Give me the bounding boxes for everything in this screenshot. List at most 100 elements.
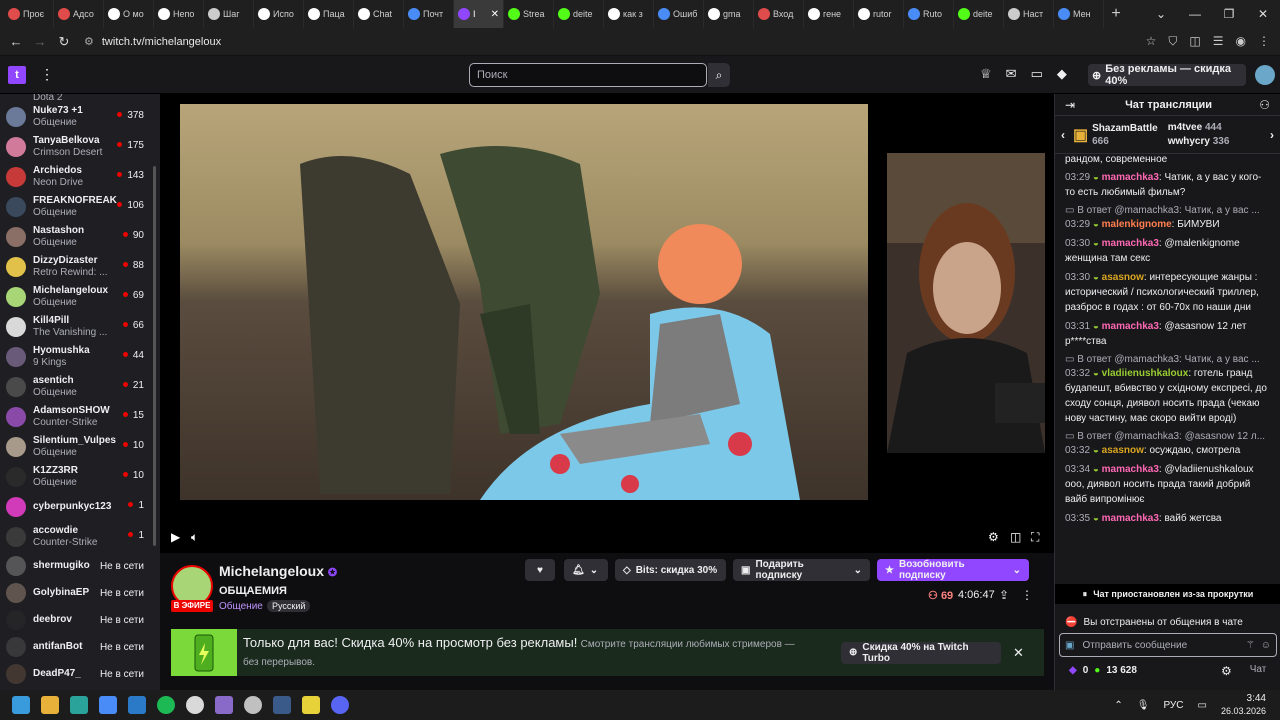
sidebar-offline-channel[interactable]: deebrov Не в сети (0, 606, 160, 633)
chat-message[interactable]: 03:30 ◒ asasnow: интересующие жанры : ис… (1055, 270, 1280, 315)
url-field[interactable]: ⚙ twitch.tv/michelangeloux (84, 30, 1144, 53)
chat-message[interactable]: ▭ В ответ @mamachka3: @asasnow 12 л... 03… (1055, 430, 1280, 458)
app-icon[interactable] (244, 696, 262, 714)
more-options-icon[interactable]: ⋮ (1021, 588, 1033, 602)
close-promo-icon[interactable]: ✕ (1013, 645, 1024, 661)
chat-username[interactable]: mamachka3 (1102, 238, 1159, 249)
chat-message[interactable]: ▭ В ответ @mamachka3: Чатик, а у вас ...… (1055, 353, 1280, 426)
magic-wand-icon[interactable]: ⚚ (1246, 640, 1255, 651)
chat-message[interactable]: 03:34 ◒ mamachka3: @vladiienushkaloux oo… (1055, 462, 1280, 507)
leaderboard-entry[interactable]: wwhycry 336 (1168, 135, 1230, 149)
sidebar-channel-item[interactable]: Michelangeloux Общение 69 (0, 282, 160, 312)
chat-username[interactable]: mamachka3 (1102, 513, 1159, 524)
chevron-left-icon[interactable]: ‹ (1061, 128, 1065, 142)
inbox-icon[interactable]: ✉ (1006, 66, 1017, 82)
app-icon[interactable] (215, 696, 233, 714)
browser-tab[interactable]: как з (604, 0, 654, 28)
stream-category[interactable]: Общение (219, 601, 263, 612)
browser-tab[interactable]: Адсо (54, 0, 104, 28)
sidebar-channel-item[interactable]: K1ZZ3RR Общение 10 (0, 462, 160, 492)
chat-username[interactable]: asasnow (1102, 445, 1144, 456)
sidebar-channel-item[interactable]: Silentium_Vulpes Общение 10 (0, 432, 160, 462)
close-button[interactable]: ✕ (1246, 7, 1280, 21)
shield-icon[interactable]: ⛉ (1168, 34, 1177, 49)
follow-heart-button[interactable]: ♥ (525, 559, 555, 581)
browser-tab[interactable]: Наст (1004, 0, 1054, 28)
chat-message[interactable]: 03:30 ◒ mamachka3: @malenkignome женщина… (1055, 236, 1280, 266)
network-icon[interactable]: ▭ (1198, 700, 1207, 711)
sidebar-scrollbar[interactable] (150, 96, 158, 684)
sidebar-channel-item[interactable]: FREAKNOFREAK Общение 106 (0, 192, 160, 222)
search-icon[interactable]: ⌕ (708, 63, 730, 87)
settings-icon[interactable]: ⚙ (988, 530, 999, 544)
sidebar-channel-item[interactable]: Archiedos Neon Drive 143 (0, 162, 160, 192)
chat-message[interactable]: ▭ В ответ @mamachka3: Чатик, а у вас ...… (1055, 204, 1280, 232)
bits-icon[interactable]: ◆ (1069, 665, 1077, 676)
share-icon[interactable]: ⇪ (999, 588, 1009, 602)
notifications-button[interactable]: 🔔︎ ⌄ (564, 559, 608, 581)
browser-tab[interactable]: Ruto (904, 0, 954, 28)
browser-tab[interactable]: Паца (304, 0, 354, 28)
reading-list-icon[interactable]: ☰ (1213, 34, 1224, 49)
chat-username[interactable]: mamachka3 (1102, 321, 1159, 332)
browser-tab[interactable]: Мен (1054, 0, 1104, 28)
adfree-button[interactable]: ⊕ Без рекламы — скидка 40% (1088, 63, 1246, 87)
steam-icon[interactable] (273, 696, 291, 714)
maximize-button[interactable]: ❐ (1212, 7, 1246, 21)
windows-start-icon[interactable] (12, 696, 30, 714)
browser-tab[interactable]: deite (554, 0, 604, 28)
file-explorer-icon[interactable] (41, 696, 59, 714)
browser-tab[interactable]: Проє (4, 0, 54, 28)
discord-icon[interactable] (331, 696, 349, 714)
browser-tab[interactable]: Chat (354, 0, 404, 28)
chat-message[interactable]: 03:29 ◒ mamachka3: Чатик, а у вас у кого… (1055, 170, 1280, 200)
browser-tab[interactable]: gma (704, 0, 754, 28)
minimize-button[interactable]: — (1178, 7, 1212, 21)
sidebar-offline-channel[interactable]: shermugiko Не в сети (0, 552, 160, 579)
browser-tab[interactable]: гене (804, 0, 854, 28)
browser-tab[interactable]: Вход (754, 0, 804, 28)
community-icon[interactable]: ⚇ (1259, 98, 1270, 112)
emoji-icon[interactable]: ☺ (1261, 640, 1271, 651)
turbo-discount-button[interactable]: ⊕ Скидка 40% на Twitch Turbo (841, 641, 1001, 664)
bits-icon[interactable]: ◆ (1057, 66, 1067, 82)
tray-chevron-icon[interactable]: ⌃ (1114, 700, 1122, 711)
more-menu-icon[interactable]: ⋮ (40, 66, 54, 83)
leaderboard-entry[interactable]: ShazamBattle 666 (1092, 122, 1158, 148)
renew-sub-button[interactable]: ★ Возобновить подписку ⌄ (877, 559, 1029, 581)
close-tab-icon[interactable]: ✕ (491, 9, 499, 20)
volume-icon[interactable]: 🔈︎ (191, 530, 198, 545)
user-avatar[interactable] (1255, 65, 1275, 85)
chat-send-button[interactable]: Чат (1243, 660, 1273, 680)
browser-tab[interactable]: Шаг (204, 0, 254, 28)
sidebar-channel-item[interactable]: Hyomushka 9 Kings 44 (0, 342, 160, 372)
chat-username[interactable]: vladiienushkaloux (1102, 368, 1189, 379)
sidebar-channel-item[interactable]: Kill4Pill The Vanishing ... 66 (0, 312, 160, 342)
channel-name[interactable]: Michelangeloux ✪ (219, 563, 337, 579)
app-icon[interactable] (302, 696, 320, 714)
whispers-icon[interactable]: ▭ (1031, 66, 1043, 82)
fullscreen-icon[interactable]: ⛶ (1031, 530, 1039, 545)
chatgpt-icon[interactable] (186, 696, 204, 714)
reload-icon[interactable]: ↻ (52, 34, 76, 50)
theatre-mode-icon[interactable]: ◫ (1010, 530, 1021, 544)
sidebar-offline-channel[interactable]: DeadP47_ Не в сети (0, 660, 160, 687)
new-tab-icon[interactable]: + (1104, 5, 1128, 23)
browser-tab[interactable]: Strea (504, 0, 554, 28)
clock[interactable]: 3:44 26.03.2026 (1221, 693, 1266, 717)
bits-discount-button[interactable]: ◇ Bits: скидка 30% (615, 559, 726, 581)
app-icon[interactable] (70, 696, 88, 714)
sidebar-channel-item[interactable]: Nastashon Общение 90 (0, 222, 160, 252)
browser-tab[interactable]: Непо (154, 0, 204, 28)
input-language[interactable]: РУС (1163, 700, 1183, 711)
profile-icon[interactable]: ◉ (1236, 34, 1246, 49)
browser-tab[interactable]: rutor (854, 0, 904, 28)
sidebar-channel-item[interactable]: cyberpunkyc123 1 (0, 492, 160, 522)
chat-paused-notice[interactable]: ⏸ Чат приостановлен из-за прокрутки (1055, 584, 1280, 604)
search-input[interactable]: Поиск (469, 63, 707, 87)
browser-tab[interactable]: Ошиб (654, 0, 704, 28)
microphone-icon[interactable]: 🎙︎ (1137, 700, 1150, 711)
tab-search-icon[interactable]: ⌄ (1144, 7, 1178, 21)
bookmark-star-icon[interactable]: ☆ (1146, 34, 1157, 49)
chat-username[interactable]: mamachka3 (1102, 464, 1159, 475)
